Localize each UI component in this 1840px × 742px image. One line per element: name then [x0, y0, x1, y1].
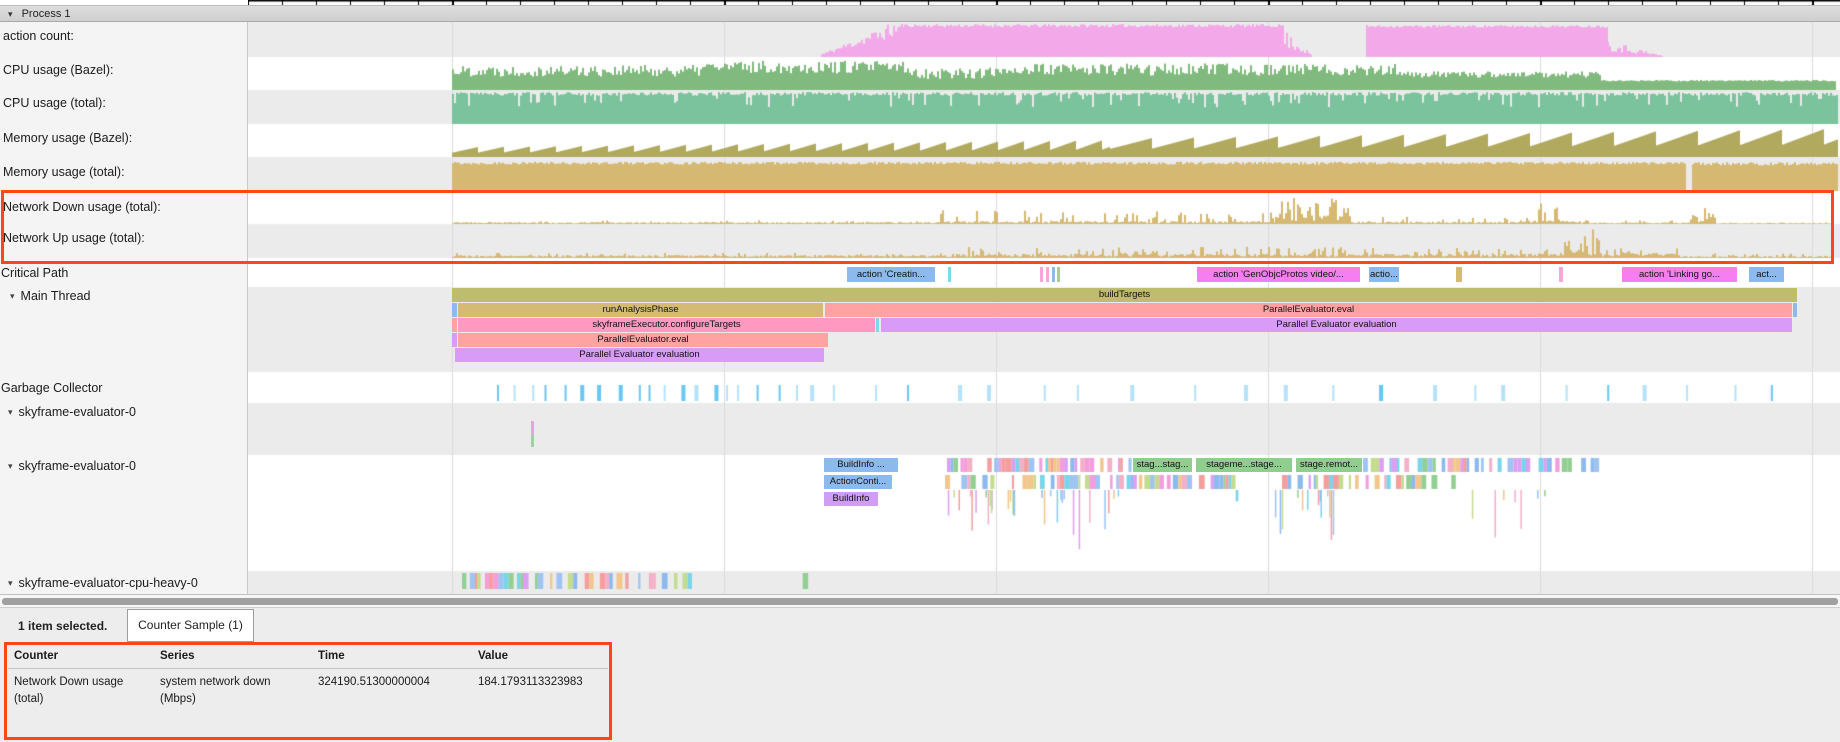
sidebar-item-memory-usage-total[interactable]: Memory usage (total):: [3, 165, 125, 179]
trace-span-buildinfo[interactable]: BuildInfo ...: [824, 458, 898, 472]
trace-span-actionconti[interactable]: ActionConti...: [824, 475, 892, 489]
table-header-counter: Counter: [14, 650, 58, 662]
trace-span-tick[interactable]: [531, 421, 534, 434]
sidebar-item-cpu-usage-bazel[interactable]: CPU usage (Bazel):: [3, 63, 113, 77]
sidebar-item-garbage-collector[interactable]: Garbage Collector: [1, 381, 102, 395]
trace-span-tick[interactable]: [1559, 267, 1563, 282]
table-header-divider: [8, 668, 608, 669]
table-cell: (Mbps): [160, 693, 196, 705]
process-title: Process 1: [22, 8, 71, 20]
trace-span-action-linking-go[interactable]: action 'Linking go...: [1622, 267, 1737, 282]
trace-span-tick[interactable]: [452, 318, 457, 332]
trace-span-act[interactable]: act...: [1749, 267, 1784, 282]
trace-span-tick[interactable]: [1040, 267, 1043, 282]
track-label: Memory usage (Bazel):: [3, 131, 132, 145]
collapse-arrow-icon[interactable]: ▾: [8, 578, 13, 588]
collapse-arrow-icon[interactable]: ▾: [10, 291, 15, 301]
track-label: skyframe-evaluator-0: [19, 405, 136, 419]
counter-sample-table: Counter Series Time Value Network Down usage…: [0, 642, 1840, 742]
trace-span-actio[interactable]: actio...: [1369, 267, 1399, 282]
trace-span-buildinfo[interactable]: BuildInfo: [824, 492, 878, 506]
selection-status: 1 item selected.: [18, 619, 107, 633]
sidebar-item-action-count[interactable]: action count:: [3, 29, 74, 43]
track-label: Network Down usage (total):: [3, 200, 161, 214]
collapse-arrow-icon: ▾: [8, 9, 13, 19]
sidebar-item-main-thread[interactable]: ▾ Main Thread: [10, 289, 90, 303]
trace-span-stag-stag[interactable]: stag...stag...: [1133, 458, 1192, 472]
sidebar-item-network-up-usage-total[interactable]: Network Up usage (total):: [3, 231, 145, 245]
tab-counter-sample[interactable]: Counter Sample (1): [127, 609, 254, 642]
trace-span-tick[interactable]: [452, 333, 457, 347]
table-cell: Network Down usage: [14, 676, 123, 688]
track-label-sidebar: action count: CPU usage (Bazel): CPU usage…: [0, 22, 248, 594]
table-header-value: Value: [478, 650, 508, 662]
track-label: Garbage Collector: [1, 381, 102, 395]
trace-span-tick[interactable]: [452, 303, 457, 317]
sidebar-item-cpu-usage-total[interactable]: CPU usage (total):: [3, 96, 106, 110]
track-label: skyframe-evaluator-cpu-heavy-0: [19, 576, 198, 590]
trace-span-parallel-evaluator-evaluation[interactable]: Parallel Evaluator evaluation: [455, 348, 824, 362]
scrollbar-thumb[interactable]: [2, 598, 1838, 605]
table-cell: (total): [14, 693, 43, 705]
trace-span-parallelevaluator-eval[interactable]: ParallelEvaluator.eval: [825, 303, 1792, 317]
track-label: action count:: [3, 29, 74, 43]
trace-viewer: ▾ Process 1 action count: CPU usage (Baze…: [0, 0, 1840, 742]
sidebar-item-network-down-usage-total[interactable]: Network Down usage (total):: [3, 200, 161, 214]
trace-span-tick[interactable]: [948, 267, 951, 282]
trace-span-skyframeexecutor-configuretargets[interactable]: skyframeExecutor.configureTargets: [458, 318, 875, 332]
trace-span-action-creatin[interactable]: action 'Creatin...: [847, 267, 935, 282]
trace-span-tick[interactable]: [876, 318, 879, 332]
process-group-header[interactable]: ▾ Process 1: [0, 5, 1840, 22]
sidebar-item-memory-usage-bazel[interactable]: Memory usage (Bazel):: [3, 131, 132, 145]
sidebar-item-critical-path[interactable]: Critical Path: [1, 266, 68, 280]
trace-span-stageme-stage[interactable]: stageme...stage...: [1196, 458, 1292, 472]
table-cell: 184.1793113323983: [478, 676, 583, 688]
analysis-panel: 1 item selected. Counter Sample (1) Coun…: [0, 608, 1840, 742]
table-header-series: Series: [160, 650, 195, 662]
track-label: skyframe-evaluator-0: [19, 459, 136, 473]
collapse-arrow-icon[interactable]: ▾: [8, 461, 13, 471]
trace-span-parallel-evaluator-evaluation[interactable]: Parallel Evaluator evaluation: [881, 318, 1792, 332]
sidebar-item-skyframe-evaluator-0-b[interactable]: ▾ skyframe-evaluator-0: [8, 459, 136, 473]
trace-span-stage-remot[interactable]: stage.remot...: [1296, 458, 1362, 472]
sidebar-item-skyframe-evaluator-0-a[interactable]: ▾ skyframe-evaluator-0: [8, 405, 136, 419]
track-label: Critical Path: [1, 266, 68, 280]
trace-span-tick[interactable]: [531, 434, 534, 447]
track-label: Main Thread: [21, 289, 91, 303]
track-label: CPU usage (total):: [3, 96, 106, 110]
table-cell: system network down: [160, 676, 271, 688]
track-label: Network Up usage (total):: [3, 231, 145, 245]
sidebar-item-skyframe-evaluator-cpu-heavy-0[interactable]: ▾ skyframe-evaluator-cpu-heavy-0: [8, 576, 198, 590]
trace-span-tick[interactable]: [1052, 267, 1055, 282]
track-label: CPU usage (Bazel):: [3, 63, 113, 77]
trace-span-tick[interactable]: [1456, 267, 1462, 282]
horizontal-scrollbar[interactable]: [0, 594, 1840, 608]
trace-span-tick[interactable]: [1046, 267, 1049, 282]
trace-span-parallelevaluator-eval[interactable]: ParallelEvaluator.eval: [458, 333, 828, 347]
table-cell: 324190.51300000004: [318, 676, 430, 688]
trace-span-tick[interactable]: [1793, 303, 1797, 317]
trace-span-tick[interactable]: [1057, 267, 1060, 282]
table-header-time: Time: [318, 650, 345, 662]
trace-span-action-genobjcprotos-video[interactable]: action 'GenObjcProtos video/...: [1197, 267, 1360, 282]
track-label: Memory usage (total):: [3, 165, 125, 179]
collapse-arrow-icon[interactable]: ▾: [8, 407, 13, 417]
trace-span-buildtargets[interactable]: buildTargets: [452, 288, 1797, 302]
trace-span-runanalysisphase[interactable]: runAnalysisPhase: [458, 303, 823, 317]
